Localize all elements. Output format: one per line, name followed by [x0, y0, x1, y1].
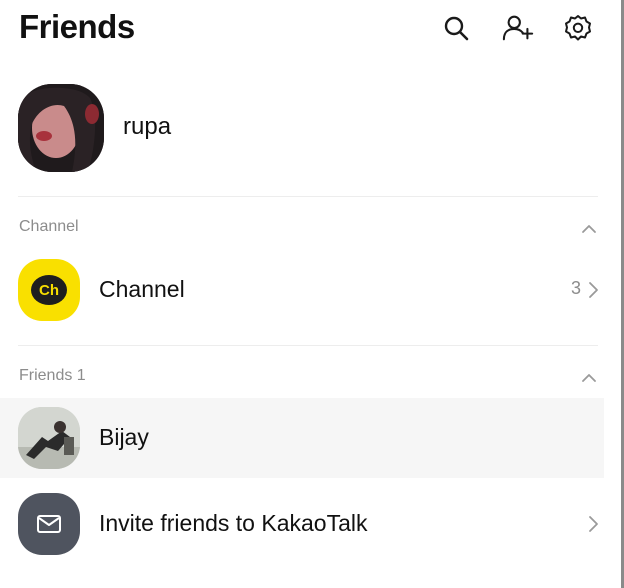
invite-icon-container: [18, 493, 80, 555]
search-icon: [444, 16, 469, 41]
top-bar: Friends: [0, 0, 621, 60]
invite-label: Invite friends to KakaoTalk: [99, 510, 368, 536]
chevron-right-icon: [589, 516, 598, 532]
channel-count: 3: [571, 278, 582, 298]
page-title: Friends: [19, 8, 135, 45]
avatar: [18, 84, 104, 172]
channel-label: Channel: [99, 276, 185, 302]
channel-row[interactable]: Ch Channel 3: [0, 250, 604, 330]
my-profile-row[interactable]: rupa: [0, 80, 621, 180]
collapse-friends-button[interactable]: [578, 370, 600, 386]
profile-name: rupa: [123, 113, 172, 140]
friend-name: Bijay: [99, 424, 149, 450]
settings-button[interactable]: [562, 12, 594, 44]
divider: [18, 345, 598, 346]
chevron-up-icon: [582, 374, 596, 382]
channel-icon-text: Ch: [39, 281, 59, 299]
settings-icon: [565, 15, 591, 41]
add-friend-icon: [502, 15, 534, 41]
mail-icon: [37, 515, 61, 533]
search-button[interactable]: [440, 12, 472, 44]
friend-row[interactable]: Bijay: [0, 398, 604, 478]
chevron-right-icon: [589, 282, 598, 298]
channel-icon: Ch: [18, 259, 80, 321]
chevron-up-icon: [582, 225, 596, 233]
section-label-friends: Friends 1: [19, 367, 86, 384]
divider: [18, 196, 598, 197]
add-friend-button[interactable]: [502, 12, 534, 44]
section-label-channel: Channel: [19, 218, 79, 235]
avatar: [18, 407, 80, 469]
invite-row[interactable]: Invite friends to KakaoTalk: [0, 484, 604, 564]
collapse-channel-button[interactable]: [578, 221, 600, 237]
